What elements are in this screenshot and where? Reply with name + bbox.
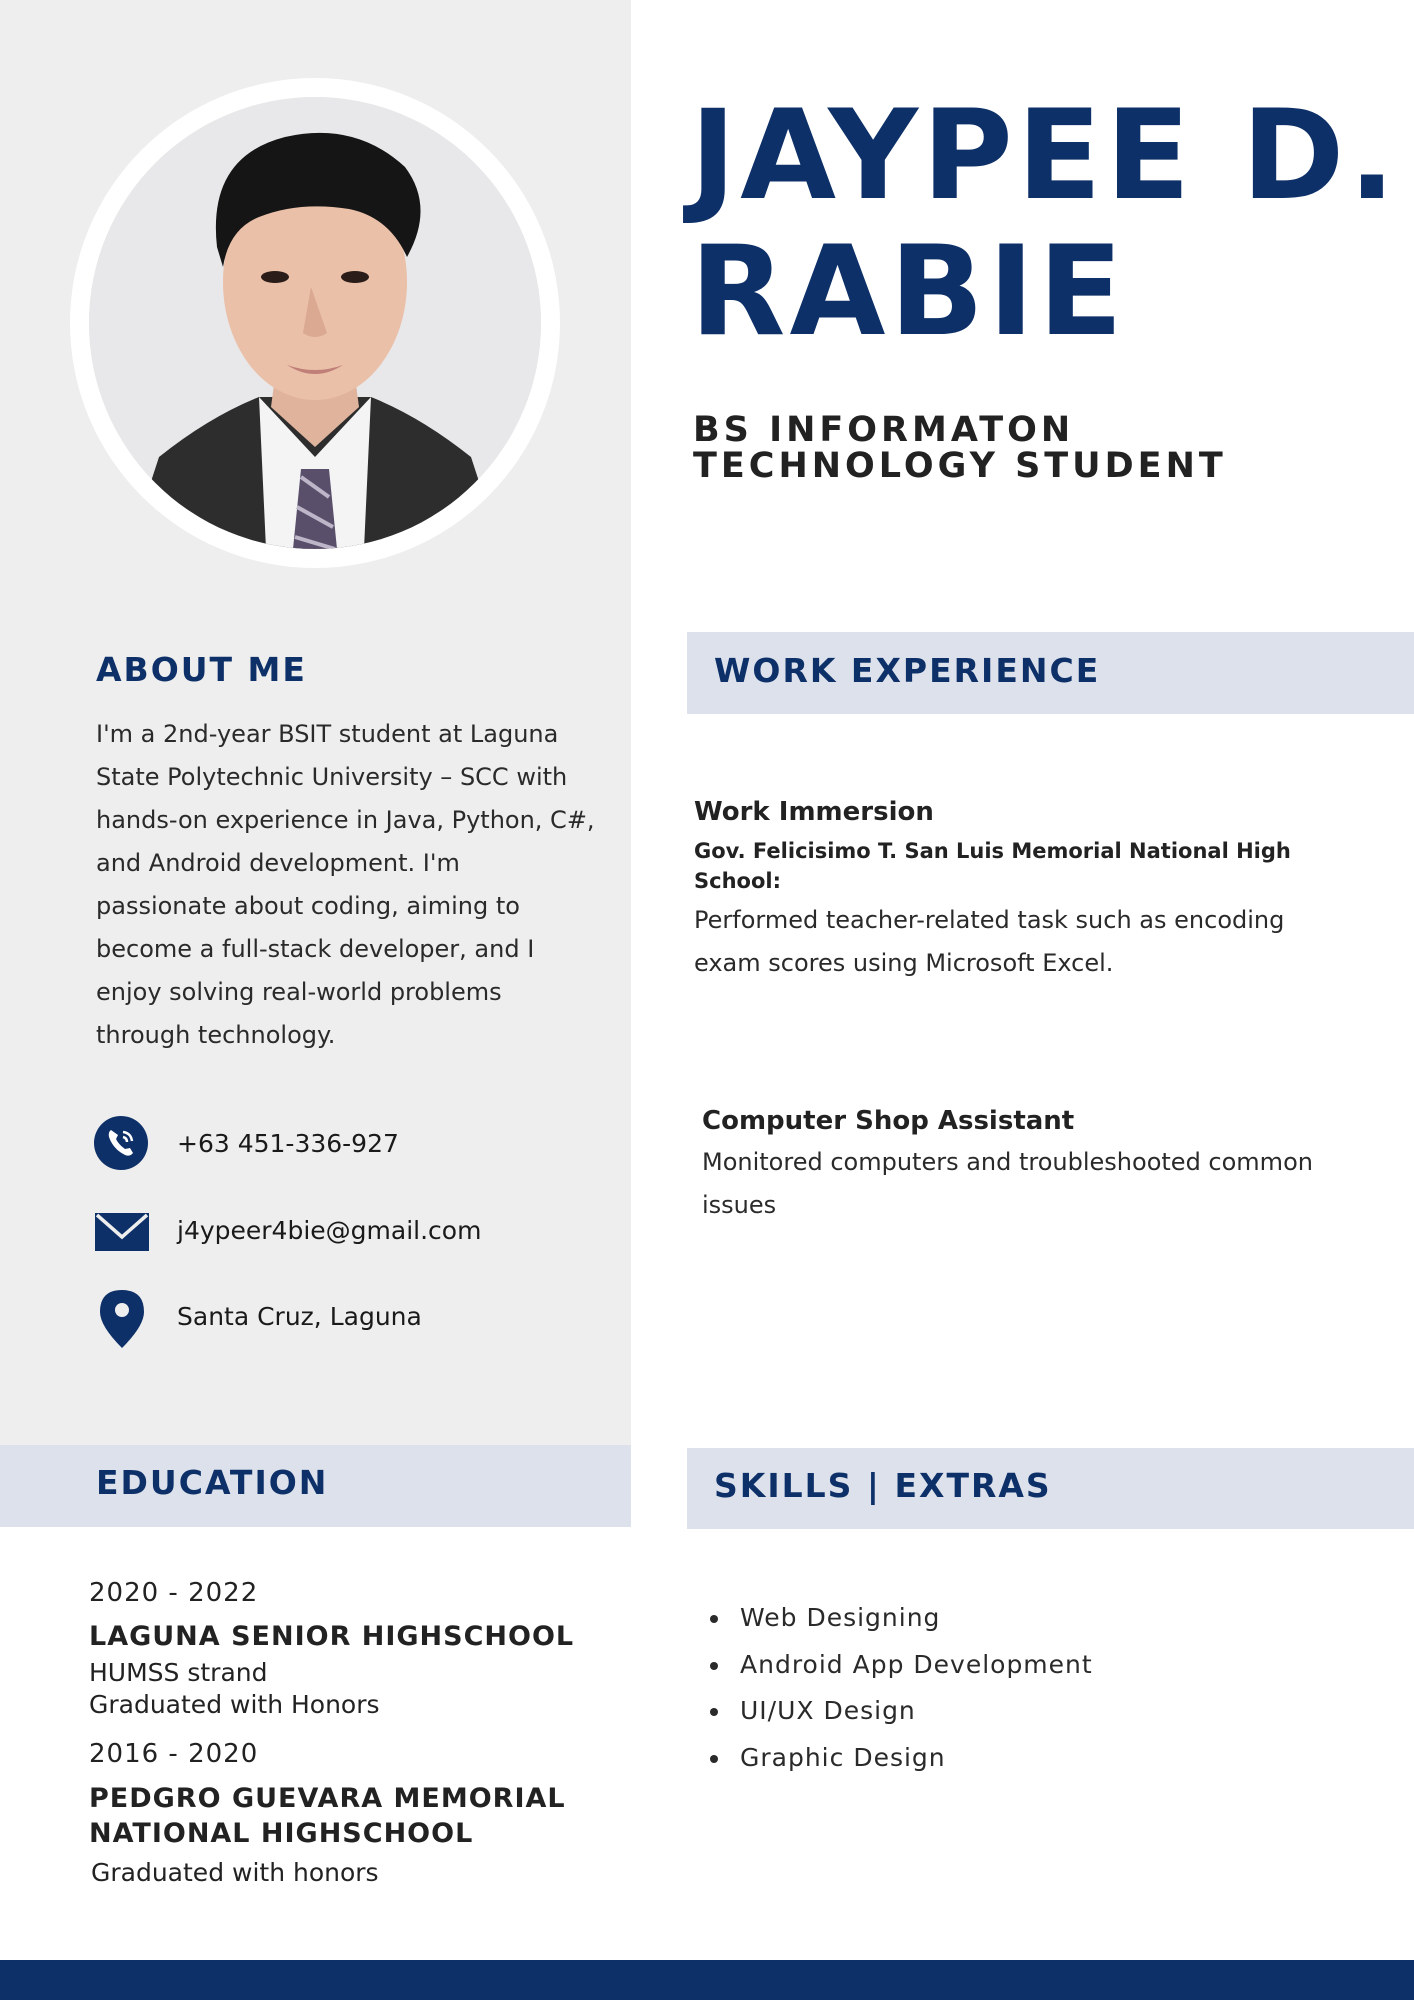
email-address: j4ypeer4bie@gmail.com xyxy=(177,1216,482,1245)
location-text: Santa Cruz, Laguna xyxy=(177,1302,422,1331)
about-heading: ABOUT ME xyxy=(96,650,307,689)
work-heading: WORK EXPERIENCE xyxy=(714,651,1101,690)
skills-list: Web Designing Android App Development UI… xyxy=(700,1595,1093,1781)
skill-item: Web Designing xyxy=(700,1595,1093,1642)
education-1-years: 2020 - 2022 xyxy=(89,1578,259,1608)
skills-heading: SKILLS | EXTRAS xyxy=(714,1466,1052,1505)
work-item-1-title: Work Immersion xyxy=(694,797,934,827)
name-line-2: RABIE xyxy=(690,220,1127,364)
job-title: BS INFORMATON TECHNOLOGY STUDENT xyxy=(693,410,1227,486)
phone-number: +63 451-336-927 xyxy=(177,1129,399,1158)
work-item-2-title: Computer Shop Assistant xyxy=(702,1106,1075,1136)
about-text: I'm a 2nd-year BSIT student at Laguna St… xyxy=(96,720,595,1049)
education-heading: EDUCATION xyxy=(96,1463,329,1502)
phone-icon xyxy=(94,1116,148,1170)
skill-item: Android App Development xyxy=(700,1642,1093,1689)
work-item-2-description: Monitored computers and troubleshooted c… xyxy=(702,1148,1313,1219)
education-2-school-line-2: NATIONAL HIGHSCHOOL xyxy=(89,1818,474,1849)
education-2-school-line-1: PEDGRO GUEVARA MEMORIAL xyxy=(89,1783,566,1814)
education-2-honors: Graduated with honors xyxy=(91,1858,379,1887)
name-line-1: JAYPEE D. xyxy=(690,84,1400,228)
skill-item: UI/UX Design xyxy=(700,1688,1093,1735)
work-item-1-organization: Gov. Felicisimo T. San Luis Memorial Nat… xyxy=(694,839,1291,893)
envelope-icon xyxy=(95,1213,149,1251)
skill-item: Graphic Design xyxy=(700,1735,1093,1782)
map-pin-icon xyxy=(100,1290,144,1348)
education-1-school: LAGUNA SENIOR HIGHSCHOOL xyxy=(89,1621,575,1652)
work-item-1-description: Performed teacher-related task such as e… xyxy=(694,906,1285,977)
profile-photo xyxy=(89,97,541,549)
profile-photo-frame xyxy=(70,78,560,568)
education-2-years: 2016 - 2020 xyxy=(89,1739,259,1769)
education-1-honors: Graduated with Honors xyxy=(89,1690,380,1719)
education-1-strand: HUMSS strand xyxy=(89,1658,268,1687)
footer-bar xyxy=(0,1960,1414,2000)
